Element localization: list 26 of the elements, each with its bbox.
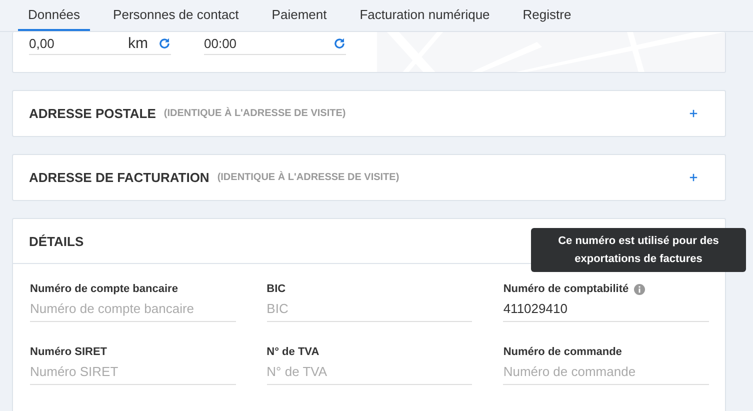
field-label: Numéro de commande <box>503 346 622 358</box>
section-note: (IDENTIQUE À L'ADRESSE DE VISITE) <box>164 108 347 119</box>
refresh-icon[interactable] <box>333 36 346 50</box>
section-note: (IDENTIQUE À L'ADRESSE DE VISITE) <box>217 172 400 183</box>
field-label: Numéro de compte bancaire <box>30 283 178 295</box>
time-field[interactable]: 00:00 <box>204 32 346 55</box>
tooltip: Ce numéro est utilisé pour des exportations de factures <box>531 228 746 272</box>
section-title: ADRESSE DE FACTURATION <box>29 170 210 185</box>
input-field[interactable]: 411029410 <box>503 295 709 322</box>
refresh-icon[interactable] <box>158 36 171 50</box>
tab[interactable]: Facturation numérique <box>350 0 500 31</box>
tab[interactable]: Paiement <box>262 0 337 31</box>
section-header[interactable]: ADRESSE POSTALE (IDENTIQUE À L'ADRESSE DE VISITE) <box>12 90 726 137</box>
field-label: N° de TVA <box>266 346 320 358</box>
info-icon[interactable] <box>634 284 645 294</box>
plus-icon[interactable] <box>689 109 698 118</box>
section-title: ADRESSE POSTALE <box>29 106 156 121</box>
distance-field[interactable]: 0,00 km <box>29 32 171 55</box>
field-label: Numéro SIRET <box>30 346 108 358</box>
field-label: BIC <box>266 283 286 295</box>
tab[interactable]: Personnes de contact <box>103 0 249 31</box>
plus-icon[interactable] <box>689 173 698 182</box>
field-label: Numéro de comptabilité <box>503 283 629 295</box>
section-title: DÉTAILS <box>29 234 84 248</box>
tab[interactable]: Registre <box>512 0 582 31</box>
section-header[interactable]: ADRESSE DE FACTURATION (IDENTIQUE À L'ADRESSE DE VISITE) <box>12 154 726 201</box>
